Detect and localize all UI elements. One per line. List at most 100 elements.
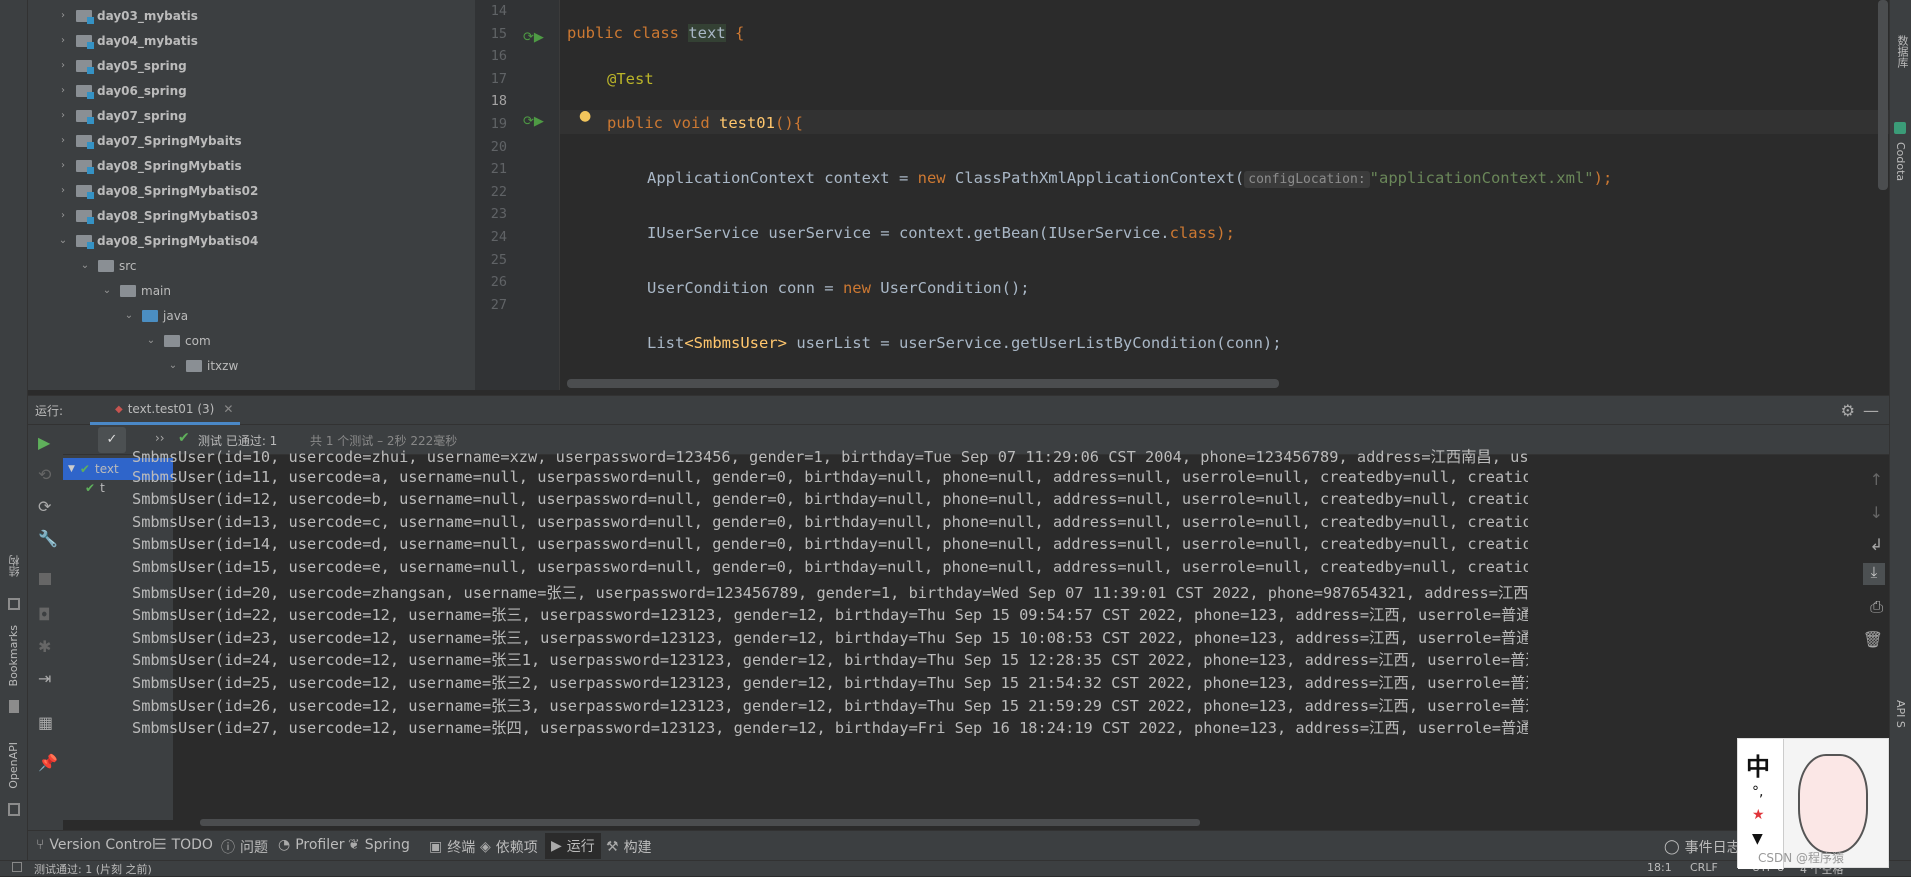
tool-button-terminal[interactable]: ▣ 终端 [429, 837, 475, 857]
project-tree-item[interactable]: › day08_SpringMybatis02 [56, 178, 258, 203]
chevron-down-icon[interactable]: ⌄ [78, 260, 92, 271]
chevron-right-icon[interactable]: › [56, 135, 70, 146]
console-output-line: SmbmsUser(id=26, usercode=12, username=张… [132, 696, 1528, 715]
camera-icon[interactable]: ◘ [38, 605, 51, 624]
show-passed-check-icon[interactable]: ✓ [98, 427, 126, 453]
editor-horizontal-scrollbar[interactable] [567, 379, 1279, 388]
print-icon[interactable]: ⎙ [1870, 597, 1883, 617]
down-arrow-icon[interactable]: ↓ [1870, 503, 1883, 522]
chevron-right-icon[interactable]: › [56, 35, 70, 46]
project-tree-item[interactable]: › day08_SpringMybatis03 [56, 203, 258, 228]
scroll-to-end-icon[interactable]: ⤓ [1863, 563, 1885, 585]
line-separator[interactable]: CRLF [1690, 861, 1718, 874]
console-horizontal-scrollbar[interactable] [200, 819, 1200, 826]
project-tree-item[interactable]: › day06_spring [56, 78, 187, 103]
status-square-icon[interactable] [12, 862, 22, 872]
chevron-right-icon[interactable]: › [56, 10, 70, 21]
codota-tool-tab[interactable]: Codota [1894, 142, 1907, 181]
openapi-tool-tab[interactable]: OpenAPI [7, 742, 20, 789]
csdn-watermark: CSDN @程序猿 [1758, 851, 1845, 865]
project-tree-item[interactable]: › day07_spring [56, 103, 187, 128]
project-tree-item[interactable]: ⌄ itxzw [166, 353, 238, 378]
tool-button-info[interactable]: ⓘ 问题 [221, 837, 268, 857]
chevron-down-icon[interactable]: ⌄ [122, 310, 136, 321]
project-tree-item[interactable]: ⌄ java [122, 303, 188, 328]
parameter-hint: configLocation: [1244, 171, 1370, 188]
run-test-icon[interactable]: ⟳▶ [523, 114, 544, 129]
rerun-failed-icon[interactable]: ⟲ [38, 465, 51, 484]
chevron-right-icon[interactable]: › [56, 160, 70, 171]
test-tree-root[interactable]: ▼ ✔ text [63, 458, 173, 480]
tool-button-profiler[interactable]: ◔ Profiler [278, 837, 345, 853]
project-tree-item[interactable]: ⌄ day08_SpringMybatis04 [56, 228, 258, 253]
test-duration-status: 共 1 个测试 – 2秒 222毫秒 [310, 434, 458, 448]
line-number: 17 [490, 70, 507, 87]
project-tree-item[interactable]: › day04_mybatis [56, 28, 198, 53]
console-output-line: SmbmsUser(id=20, usercode=zhangsan, user… [132, 583, 1528, 602]
ime-punct-icon[interactable]: °, [1752, 784, 1763, 800]
project-tree-item[interactable]: › day05_spring [56, 53, 187, 78]
intention-bulb-icon[interactable]: ● [579, 108, 591, 124]
project-tree-item[interactable]: › day08_SpringMybatis [56, 153, 242, 178]
api-tool-tab[interactable]: API S [1894, 700, 1907, 728]
project-tree-item[interactable]: ⌄ src [78, 253, 137, 278]
database-tool-tab[interactable]: 数据库 [1894, 35, 1910, 68]
debug-bug-icon[interactable]: ✱ [38, 637, 51, 656]
chevron-right-icon[interactable]: › [56, 185, 70, 196]
folder-icon [76, 84, 94, 99]
exit-icon[interactable]: ⇥ [38, 669, 51, 688]
cursor-position[interactable]: 18:1 [1647, 861, 1672, 874]
code-line-24: UserCondition conn = new UserCondition()… [647, 279, 1030, 297]
run-tab[interactable]: ◆ text.test01 (3) ✕ [90, 396, 240, 425]
editor-vertical-scrollbar[interactable] [1878, 0, 1888, 190]
test-class-name: text [94, 462, 119, 476]
right-tool-strip: 数据库 Codota API S [1889, 0, 1911, 876]
project-tree-item[interactable]: › day03_mybatis [56, 3, 198, 28]
chevron-right-icon[interactable]: › [56, 60, 70, 71]
tool-button-hammer[interactable]: ⚒ 构建 [606, 837, 652, 857]
hide-panel-icon[interactable]: — [1863, 401, 1879, 420]
chevron-right-icon[interactable]: › [56, 210, 70, 221]
code-editor[interactable]: 14 15 16 17 18 19 20 21 22 23 24 25 26 27 ⟳▶ ⟳▶ ● pub… [475, 0, 1889, 390]
tool-button-spring-leaf[interactable]: ❦ Spring [348, 837, 410, 853]
rerun-play-icon[interactable]: ▶ [38, 433, 50, 452]
chevron-down-icon[interactable]: ⌄ [56, 235, 70, 246]
expand-more-icon[interactable]: ›› [155, 431, 165, 445]
up-arrow-icon[interactable]: ↑ [1870, 470, 1883, 489]
tool-button-dependencies[interactable]: ◈ 依赖项 [480, 837, 538, 857]
project-tree-item[interactable]: ⌄ com [144, 328, 211, 353]
folder-icon [164, 334, 180, 347]
test-status-strip: ✓ ›› ✔ 测试 已通过: 1 共 1 个测试 – 2秒 222毫秒 [63, 425, 1889, 455]
ime-star-icon[interactable]: ★ [1752, 807, 1765, 823]
close-tab-icon[interactable]: ✕ [223, 402, 233, 416]
ime-skin-icon[interactable]: ▼ [1752, 831, 1763, 847]
settings-gear-icon[interactable]: ⚙ [1841, 401, 1855, 420]
project-tree-item[interactable]: ⌄ main [100, 278, 171, 303]
project-tree-item[interactable]: › day07_SpringMybaits [56, 128, 242, 153]
cartoon-rabbit-image [1798, 754, 1868, 854]
tool-button-branch[interactable]: ⑂ Version Control [36, 837, 156, 853]
soft-wrap-icon[interactable]: ↲ [1870, 535, 1883, 554]
chevron-down-icon[interactable]: ⌄ [144, 335, 158, 346]
pin-icon[interactable]: 📌 [38, 753, 58, 772]
chevron-right-icon[interactable]: › [56, 85, 70, 96]
chevron-right-icon[interactable]: › [56, 110, 70, 121]
info-icon: ⓘ [221, 840, 235, 856]
test-tree-child[interactable]: ✔ t [85, 481, 105, 495]
line-number: 22 [490, 183, 507, 200]
ime-mode-char[interactable]: 中 [1746, 747, 1770, 782]
layout-icon[interactable]: ▦ [38, 713, 53, 732]
toggle-autotest-icon[interactable]: ⟳ [38, 497, 51, 516]
event-log-button[interactable]: ◯ 事件日志 [1664, 837, 1741, 857]
tool-button-label: Profiler [295, 837, 345, 853]
chevron-down-icon[interactable]: ⌄ [100, 285, 114, 296]
stop-icon[interactable] [39, 573, 51, 585]
tool-button-list[interactable]: ☰ TODO [154, 837, 213, 853]
run-class-icon[interactable]: ⟳▶ [523, 30, 544, 45]
tool-button-play[interactable]: ▶ 运行 [545, 833, 601, 859]
structure-tool-tab[interactable]: 结构 [7, 555, 23, 577]
bookmarks-tool-tab[interactable]: Bookmarks [7, 625, 20, 686]
chevron-down-icon[interactable]: ⌄ [166, 360, 180, 371]
wrench-icon[interactable]: 🔧 [38, 529, 58, 548]
trash-icon[interactable]: 🗑 [1863, 630, 1883, 649]
